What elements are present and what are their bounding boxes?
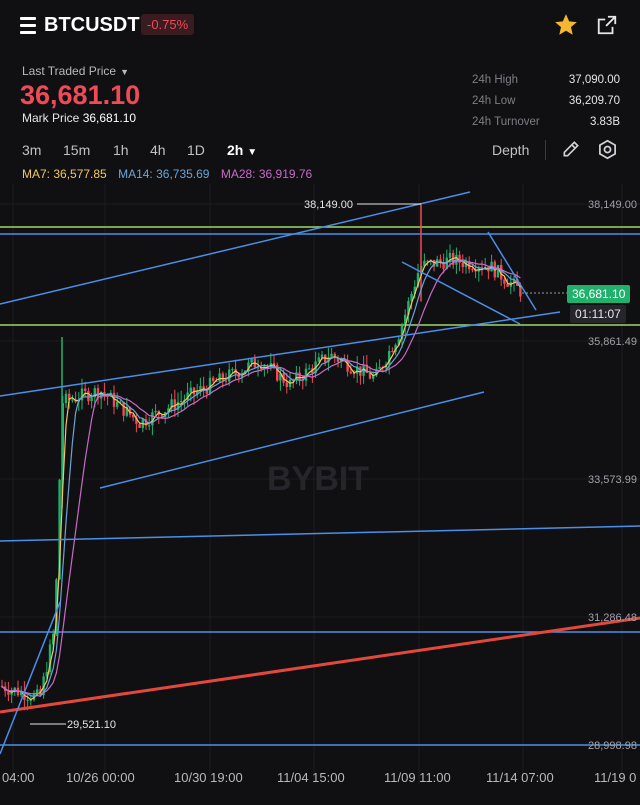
candle-body (349, 371, 352, 374)
price-tick-label: 28,998.98 (588, 740, 637, 752)
low-marker-label: 29,521.10 (67, 719, 116, 731)
stat-row: 24h High 37,090.00 (472, 74, 620, 95)
last-traded-price-dropdown[interactable]: Last Traded Price ▼ (22, 64, 129, 78)
time-tick-label: 10/30 19:00 (174, 770, 243, 785)
stat-label: 24h Turnover (472, 116, 540, 128)
candle-body (173, 399, 176, 410)
candle-body (64, 393, 68, 404)
bybit-watermark: BYBIT (267, 460, 369, 498)
candle-body (26, 699, 29, 701)
candle-body (221, 373, 224, 381)
time-tick-label: 11/09 11:00 (384, 770, 451, 785)
stat-row: 24h Low 36,209.70 (472, 95, 620, 116)
price-tick-label: 33,573.99 (588, 474, 637, 486)
long-trend-line (0, 525, 640, 542)
ma28-value: MA28: 36,919.76 (220, 167, 313, 181)
candle-body (71, 399, 74, 401)
candle-body (298, 372, 301, 380)
price-tick-label: 31,286.48 (588, 612, 637, 624)
candlestick-chart[interactable]: BYBIT 38,149.00 35,861.49 33,573.99 31,286.… (0, 184, 640, 800)
ma14-value: MA14: 36,735.69 (118, 167, 210, 181)
interval-3m[interactable]: 3m (22, 142, 41, 158)
candle-body (84, 388, 87, 391)
candle-body (448, 252, 452, 258)
candle-body (231, 369, 234, 371)
caret-down-icon: ▼ (120, 67, 129, 77)
steep-trend-line (0, 601, 61, 755)
candle-body (308, 368, 311, 370)
last-price: 36,681.10 (20, 80, 141, 110)
candle-body (471, 269, 474, 271)
interval-2h-label: 2h (227, 142, 244, 158)
last-traded-label: Last Traded Price (22, 64, 117, 78)
stat-label: 24h Low (472, 95, 516, 107)
gear-icon[interactable] (597, 139, 618, 160)
stat-row: 24h Turnover 3.83B (472, 116, 620, 137)
upper-channel-line (0, 191, 471, 305)
candle-body (36, 689, 39, 694)
stat-value: 36,209.70 (568, 95, 620, 107)
top-bar: BTCUSDT -0.75% (0, 0, 640, 52)
moving-average-legend: MA7: 36,577.85 MA14: 36,735.69 MA28: 36,… (22, 167, 320, 181)
share-icon[interactable] (596, 14, 618, 36)
candle-body (180, 401, 183, 403)
candle-body (496, 264, 500, 278)
ma7-value: MA7: 36,577.85 (22, 167, 107, 181)
candle-body (378, 366, 381, 369)
candle-body (148, 425, 151, 427)
stat-label: 24h High (472, 74, 519, 86)
symbol-title[interactable]: BTCUSDT (44, 14, 140, 37)
menu-icon[interactable] (20, 17, 36, 35)
candle-body (391, 350, 394, 352)
ma28-line (1, 260, 521, 695)
high-marker-label: 38,149.00 (304, 199, 353, 211)
mark-price-label: Mark Price (22, 111, 80, 125)
candle-body (320, 354, 324, 358)
candle-body (122, 401, 125, 416)
mark-price: Mark Price 36,681.10 (22, 111, 136, 125)
candle-body (250, 358, 253, 363)
toolbar-divider (545, 140, 546, 160)
interval-15m[interactable]: 15m (63, 142, 90, 158)
caret-down-icon: ▼ (247, 147, 258, 158)
price-tick-label: 35,861.49 (588, 336, 637, 348)
candle-body (503, 279, 506, 284)
interval-2h-active[interactable]: 2h ▼ (227, 142, 257, 158)
candle-body (90, 397, 93, 402)
depth-button[interactable]: Depth (492, 142, 529, 158)
time-tick-label: 11/19 0 (594, 770, 636, 785)
candle-body (212, 377, 215, 381)
stat-value: 37,090.00 (568, 74, 620, 86)
candle-body (317, 357, 320, 362)
stat-value: 3.83B (589, 116, 620, 128)
last-price-tag: 36,681.10 (567, 285, 631, 303)
stats-panel: 24h High 37,090.00 24h Low 36,209.70 24h T… (472, 74, 620, 137)
candle-body (116, 401, 119, 407)
interval-toolbar: 3m 15m 1h 4h 1D 2h ▼ Depth (0, 139, 640, 162)
mark-price-value: 36,681.10 (82, 111, 137, 125)
candle-body (218, 373, 221, 382)
interval-1h[interactable]: 1h (113, 142, 129, 158)
interval-4h[interactable]: 4h (150, 142, 166, 158)
candle-body (154, 410, 157, 413)
price-tick-label: 38,149.00 (588, 199, 637, 211)
pencil-icon[interactable] (561, 139, 581, 159)
time-tick-label: 10/26 00:00 (66, 770, 135, 785)
star-icon[interactable] (553, 12, 579, 38)
time-tick-label: 04:00 (2, 770, 35, 785)
countdown-tag: 01:11:07 (570, 305, 626, 323)
candle-body (224, 380, 228, 382)
chart-canvas[interactable]: BYBIT 38,149.00 35,861.49 33,573.99 31,286.… (0, 184, 640, 800)
candle-body (138, 423, 141, 428)
candle-body (519, 285, 522, 297)
price-change-badge: -0.75% (141, 14, 195, 35)
candle-body (87, 390, 90, 402)
candle-body (461, 262, 464, 268)
time-tick-label: 11/14 07:00 (486, 770, 554, 785)
candle-body (189, 387, 192, 393)
candle-body (285, 382, 288, 387)
candles (0, 204, 522, 711)
interval-1d[interactable]: 1D (187, 142, 205, 158)
time-tick-label: 11/04 15:00 (277, 770, 345, 785)
